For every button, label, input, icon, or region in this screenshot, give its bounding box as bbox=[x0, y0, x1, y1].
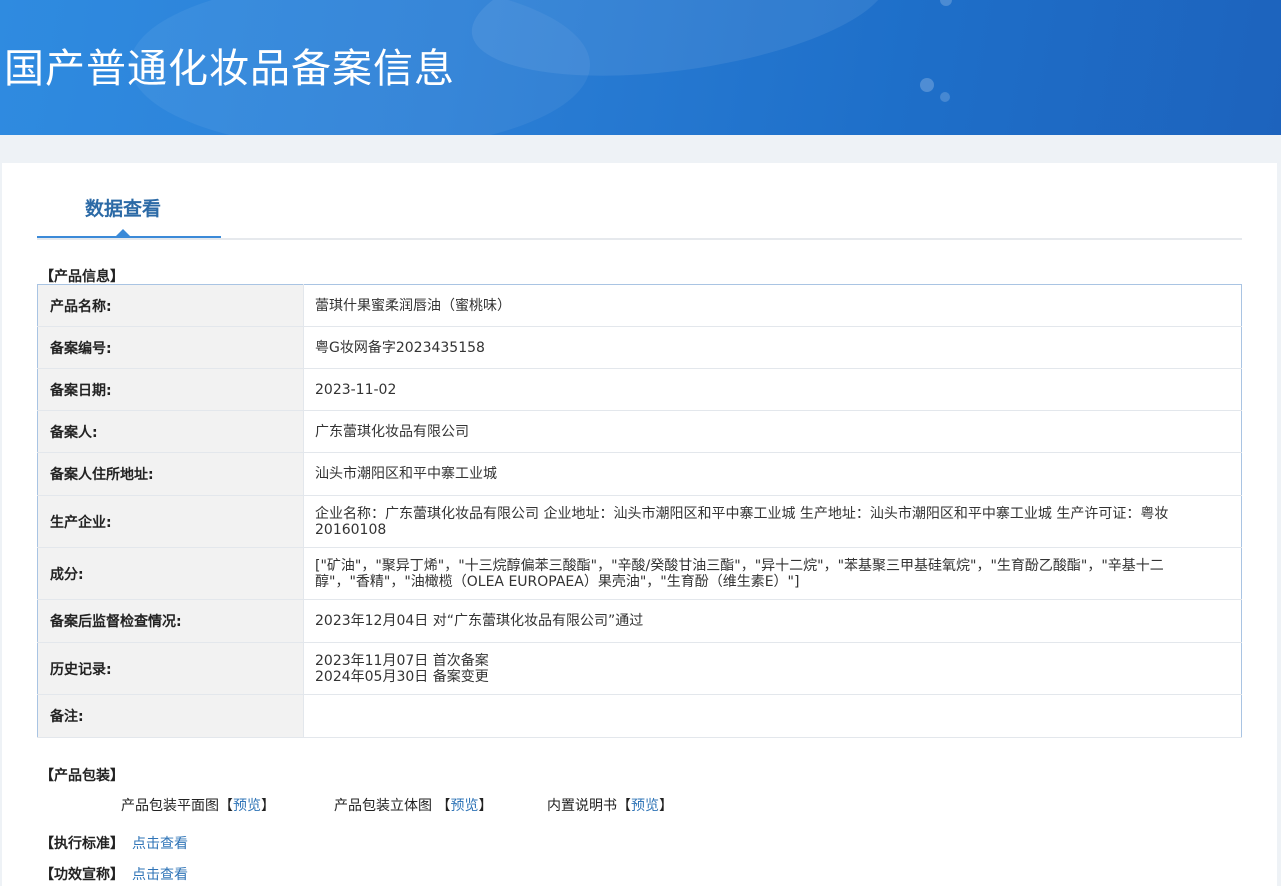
tab-active-indicator bbox=[116, 229, 130, 236]
history-entry: 2024年05月30日 备案变更 bbox=[315, 668, 489, 685]
table-row: 备案编号: 粤G妆网备字2023435158 bbox=[37, 326, 1242, 369]
bracket: 】 bbox=[261, 798, 275, 814]
history-entry: 2023年11月07日 首次备案 bbox=[315, 652, 489, 669]
table-row: 生产企业: 企业名称：广东蕾琪化妆品有限公司 企业地址：汕头市潮阳区和平中寨工业… bbox=[37, 495, 1242, 548]
row-value: 2023年12月04日 对“广东蕾琪化妆品有限公司”通过 bbox=[303, 599, 1242, 643]
row-value: 广东蕾琪化妆品有限公司 bbox=[303, 410, 1242, 453]
table-row: 历史记录: 2023年11月07日 首次备案 2024年05月30日 备案变更 bbox=[37, 642, 1242, 695]
efficacy-claim: 【功效宣称】 点击查看 bbox=[40, 864, 188, 884]
banner-decoration bbox=[940, 92, 950, 102]
row-label: 成分: bbox=[37, 547, 304, 600]
row-label: 备案后监督检查情况: bbox=[37, 599, 304, 643]
table-row: 备案日期: 2023-11-02 bbox=[37, 368, 1242, 411]
section-product-info-title: 【产品信息】 bbox=[40, 269, 124, 285]
table-row: 产品名称: 蕾琪什果蜜柔润唇油（蜜桃味） bbox=[37, 284, 1242, 327]
tab-bar: 数据查看 bbox=[37, 163, 1242, 240]
package-manual: 内置说明书【预览】 bbox=[547, 795, 673, 815]
row-value: ["矿油"，"聚异丁烯"，"十三烷醇偏苯三酸酯"，"辛酸/癸酸甘油三酯"，"异十… bbox=[303, 547, 1242, 600]
row-label: 生产企业: bbox=[37, 495, 304, 548]
header-banner: 国产普通化妆品备案信息 bbox=[0, 0, 1281, 135]
package-flat-image: 产品包装平面图【预览】 bbox=[121, 795, 275, 815]
row-value: 2023年11月07日 首次备案 2024年05月30日 备案变更 bbox=[303, 642, 1242, 695]
tab-label: 数据查看 bbox=[85, 198, 162, 220]
tab-data-view[interactable]: 数据查看 bbox=[37, 163, 221, 238]
package-item-label: 产品包装平面图【 bbox=[121, 798, 233, 814]
table-row: 成分: ["矿油"，"聚异丁烯"，"十三烷醇偏苯三酸酯"，"辛酸/癸酸甘油三酯"… bbox=[37, 547, 1242, 600]
row-value: 汕头市潮阳区和平中寨工业城 bbox=[303, 452, 1242, 496]
row-value: 2023-11-02 bbox=[303, 368, 1242, 411]
efficacy-label: 【功效宣称】 bbox=[40, 867, 124, 883]
execution-standard: 【执行标准】 点击查看 bbox=[40, 833, 188, 853]
table-row: 备案人: 广东蕾琪化妆品有限公司 bbox=[37, 410, 1242, 453]
row-label: 备案人住所地址: bbox=[37, 452, 304, 496]
row-value: 企业名称：广东蕾琪化妆品有限公司 企业地址：汕头市潮阳区和平中寨工业城 生产地址… bbox=[303, 495, 1242, 548]
row-value: 蕾琪什果蜜柔润唇油（蜜桃味） bbox=[303, 284, 1242, 327]
package-item-label: 产品包装立体图 【 bbox=[334, 798, 451, 814]
row-label: 备案日期: bbox=[37, 368, 304, 411]
banner-decoration bbox=[920, 78, 934, 92]
bracket: 】 bbox=[659, 798, 673, 814]
preview-link[interactable]: 预览 bbox=[631, 798, 659, 814]
package-3d-image: 产品包装立体图 【预览】 bbox=[334, 795, 492, 815]
row-value bbox=[303, 694, 1242, 738]
standard-label: 【执行标准】 bbox=[40, 836, 124, 852]
row-value: 粤G妆网备字2023435158 bbox=[303, 326, 1242, 369]
table-row: 备案后监督检查情况: 2023年12月04日 对“广东蕾琪化妆品有限公司”通过 bbox=[37, 599, 1242, 643]
bracket: 】 bbox=[478, 798, 493, 814]
row-label: 历史记录: bbox=[37, 642, 304, 695]
table-row: 备案人住所地址: 汕头市潮阳区和平中寨工业城 bbox=[37, 452, 1242, 496]
package-item-label: 内置说明书【 bbox=[547, 798, 631, 814]
banner-decoration bbox=[940, 0, 952, 6]
standard-view-link[interactable]: 点击查看 bbox=[132, 836, 188, 852]
efficacy-view-link[interactable]: 点击查看 bbox=[132, 867, 188, 883]
page-title: 国产普通化妆品备案信息 bbox=[4, 46, 455, 92]
row-label: 备注: bbox=[37, 694, 304, 738]
content-panel: 数据查看 【产品信息】 产品名称: 蕾琪什果蜜柔润唇油（蜜桃味） 备案编号: 粤… bbox=[2, 163, 1277, 886]
product-info-table: 产品名称: 蕾琪什果蜜柔润唇油（蜜桃味） 备案编号: 粤G妆网备字2023435… bbox=[37, 284, 1242, 738]
row-label: 备案人: bbox=[37, 410, 304, 453]
preview-link[interactable]: 预览 bbox=[450, 798, 478, 814]
row-label: 产品名称: bbox=[37, 284, 304, 327]
table-row: 备注: bbox=[37, 694, 1242, 738]
row-label: 备案编号: bbox=[37, 326, 304, 369]
section-packaging-title: 【产品包装】 bbox=[40, 768, 124, 784]
preview-link[interactable]: 预览 bbox=[233, 798, 261, 814]
